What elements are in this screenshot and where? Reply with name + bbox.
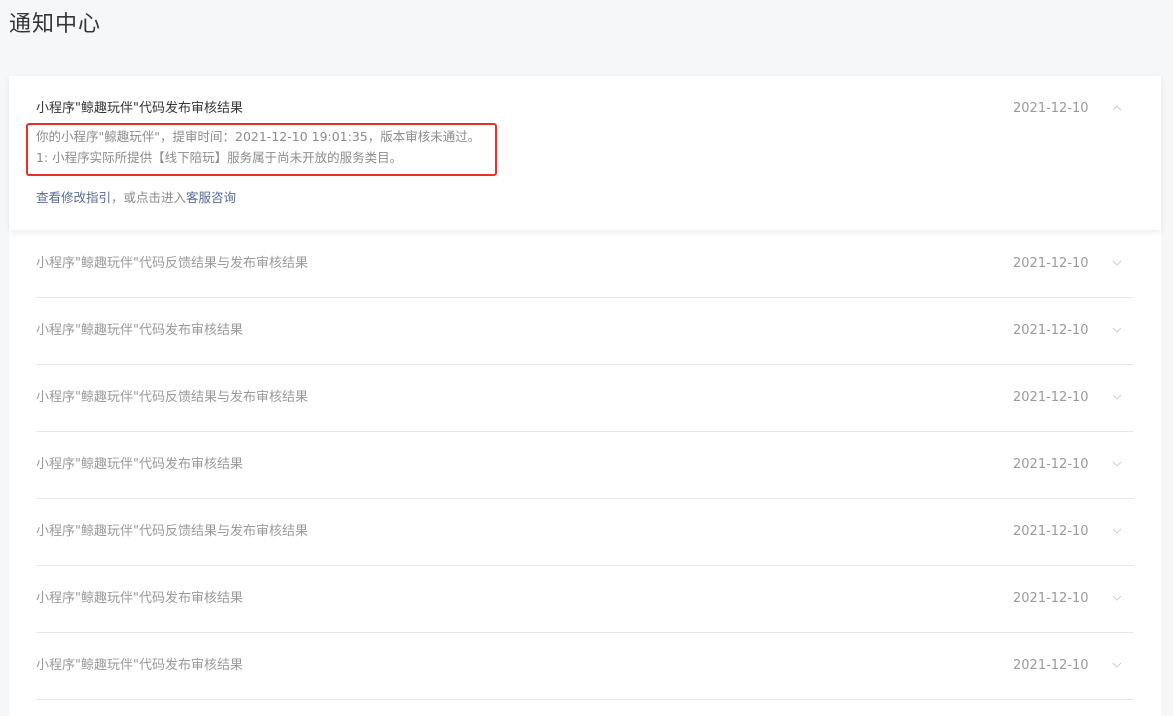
list-item[interactable]: 小程序"鲸趣玩伴"代码反馈结果与发布审核结果 2021-12-10 [36, 499, 1134, 566]
chevron-down-icon[interactable] [1110, 525, 1124, 539]
list-item[interactable]: 小程序"鲸趣玩伴"代码发布审核结果 2021-12-10 [36, 432, 1134, 499]
chevron-down-icon[interactable] [1110, 324, 1124, 338]
chevron-down-icon[interactable] [1110, 659, 1124, 673]
list-item[interactable]: 小程序"鲸趣玩伴"代码反馈结果与发布审核结果 2021-12-10 [36, 365, 1134, 432]
notification-detail-line-2: 1: 小程序实际所提供【线下陪玩】服务属于尚未开放的服务类目。 [36, 150, 403, 165]
list-item-title: 小程序"鲸趣玩伴"代码反馈结果与发布审核结果 [36, 256, 308, 271]
list-item-date: 2021-12-10 [1013, 658, 1089, 673]
guide-middle-text: ，或点击进入 [111, 190, 187, 205]
view-guide-link[interactable]: 查看修改指引 [36, 190, 111, 205]
chevron-down-icon[interactable] [1110, 257, 1124, 271]
list-item-date: 2021-12-10 [1013, 524, 1089, 539]
customer-service-link[interactable]: 客服咨询 [186, 190, 236, 205]
chevron-up-icon[interactable] [1110, 102, 1124, 116]
list-item-date: 2021-12-10 [1013, 323, 1089, 338]
list-item[interactable]: 小程序"鲸趣玩伴"代码发布审核结果 2021-12-10 [36, 298, 1134, 365]
list-item[interactable]: 小程序"鲸趣玩伴"代码发布审核结果 2021-12-10 [36, 633, 1134, 700]
chevron-up-icon-svg [1112, 105, 1122, 111]
list-item[interactable]: 小程序"鲸趣玩伴"代码反馈结果与发布审核结果 2021-12-10 [36, 231, 1134, 298]
list-item-title: 小程序"鲸趣玩伴"代码发布审核结果 [36, 658, 243, 673]
list-item-date: 2021-12-10 [1013, 256, 1089, 271]
list-item-title: 小程序"鲸趣玩伴"代码反馈结果与发布审核结果 [36, 390, 308, 405]
notification-date: 2021-12-10 [1013, 101, 1089, 116]
notification-detail-line-1: 你的小程序"鲸趣玩伴"，提审时间：2021-12-10 19:01:35，版本审… [36, 129, 481, 144]
chevron-down-icon[interactable] [1110, 458, 1124, 472]
list-item-date: 2021-12-10 [1013, 457, 1089, 472]
notification-list: 小程序"鲸趣玩伴"代码发布审核结果 2021-12-10 你的小程序"鲸趣玩伴"… [9, 76, 1161, 716]
list-item-title: 小程序"鲸趣玩伴"代码发布审核结果 [36, 323, 243, 338]
chevron-down-icon[interactable] [1110, 592, 1124, 606]
list-item-title: 小程序"鲸趣玩伴"代码反馈结果与发布审核结果 [36, 524, 308, 539]
page-title: 通知中心 [9, 12, 102, 37]
guide-line: 查看修改指引，或点击进入客服咨询 [36, 189, 236, 207]
notification-item-expanded[interactable]: 小程序"鲸趣玩伴"代码发布审核结果 2021-12-10 你的小程序"鲸趣玩伴"… [9, 76, 1161, 230]
list-item-date: 2021-12-10 [1013, 390, 1089, 405]
notification-title[interactable]: 小程序"鲸趣玩伴"代码发布审核结果 [36, 100, 243, 118]
list-item-title: 小程序"鲸趣玩伴"代码发布审核结果 [36, 457, 243, 472]
chevron-down-icon[interactable] [1110, 391, 1124, 405]
list-item[interactable]: 小程序"鲸趣玩伴"代码发布审核结果 2021-12-10 [36, 566, 1134, 633]
list-item-title: 小程序"鲸趣玩伴"代码发布审核结果 [36, 591, 243, 606]
list-item-date: 2021-12-10 [1013, 591, 1089, 606]
